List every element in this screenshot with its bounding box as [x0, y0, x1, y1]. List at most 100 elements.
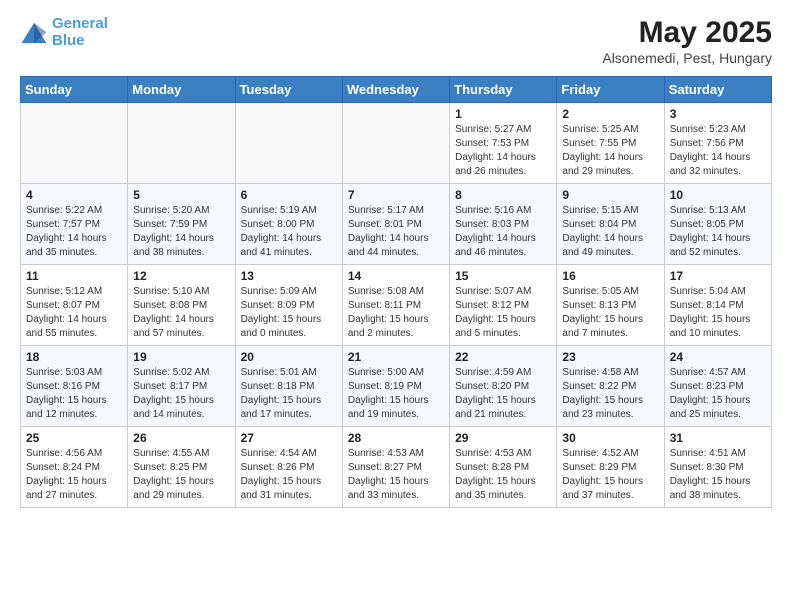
day-cell-9: 9 Sunrise: 5:15 AMSunset: 8:04 PMDaylight…: [557, 184, 664, 265]
day-cell-25: 25Sunrise: 4:56 AMSunset: 8:24 PMDayligh…: [21, 427, 128, 508]
day-info: Sunrise: 5:07 AMSunset: 8:12 PMDaylight:…: [455, 285, 551, 341]
day-info: Sunrise: 5:09 AMSunset: 8:09 PMDaylight:…: [241, 285, 337, 341]
day-number: 18: [26, 350, 122, 364]
weekday-header-row: SundayMondayTuesdayWednesdayThursdayFrid…: [21, 77, 772, 103]
day-cell-13: 13 Sunrise: 5:09 AMSunset: 8:09 PMDayligh…: [235, 265, 342, 346]
day-number: 13: [241, 269, 337, 283]
day-number: 12: [133, 269, 229, 283]
day-number: 15: [455, 269, 551, 283]
main-title: May 2025: [602, 16, 772, 50]
day-number: 6: [241, 188, 337, 202]
day-number: 16: [562, 269, 658, 283]
weekday-header-monday: Monday: [128, 77, 235, 103]
day-info: Sunrise: 5:22 AMSunset: 7:57 PMDaylight:…: [26, 204, 122, 260]
empty-cell: [21, 103, 128, 184]
day-cell-4: 4 Sunrise: 5:22 AMSunset: 7:57 PMDaylight…: [21, 184, 128, 265]
day-number: 21: [348, 350, 444, 364]
day-info: Sunrise: 5:27 AMSunset: 7:53 PMDaylight:…: [455, 123, 551, 179]
weekday-header-wednesday: Wednesday: [342, 77, 449, 103]
day-cell-19: 19Sunrise: 5:02 AMSunset: 8:17 PMDayligh…: [128, 346, 235, 427]
day-cell-29: 29 Sunrise: 4:53 AMSunset: 8:28 PMDayligh…: [450, 427, 557, 508]
title-block: May 2025 Alsonemedi, Pest, Hungary: [602, 16, 772, 66]
day-cell-17: 17Sunrise: 5:04 AMSunset: 8:14 PMDayligh…: [664, 265, 771, 346]
day-info: Sunrise: 4:55 AMSunset: 8:25 PMDaylight:…: [133, 447, 229, 503]
day-info: Sunrise: 4:58 AMSunset: 8:22 PMDaylight:…: [562, 366, 658, 422]
day-cell-12: 12 Sunrise: 5:10 AMSunset: 8:08 PMDayligh…: [128, 265, 235, 346]
day-info: Sunrise: 5:05 AMSunset: 8:13 PMDaylight:…: [562, 285, 658, 341]
empty-cell: [235, 103, 342, 184]
day-cell-1: 1 Sunrise: 5:27 AMSunset: 7:53 PMDaylight…: [450, 103, 557, 184]
day-info: Sunrise: 5:00 AMSunset: 8:19 PMDaylight:…: [348, 366, 444, 422]
day-cell-6: 6 Sunrise: 5:19 AMSunset: 8:00 PMDaylight…: [235, 184, 342, 265]
day-info: Sunrise: 5:10 AMSunset: 8:08 PMDaylight:…: [133, 285, 229, 341]
day-number: 27: [241, 431, 337, 445]
day-cell-18: 18 Sunrise: 5:03 AMSunset: 8:16 PMDayligh…: [21, 346, 128, 427]
day-cell-22: 22 Sunrise: 4:59 AMSunset: 8:20 PMDayligh…: [450, 346, 557, 427]
day-cell-11: 11 Sunrise: 5:12 AMSunset: 8:07 PMDayligh…: [21, 265, 128, 346]
day-info: Sunrise: 5:03 AMSunset: 8:16 PMDaylight:…: [26, 366, 122, 422]
day-info: Sunrise: 5:19 AMSunset: 8:00 PMDaylight:…: [241, 204, 337, 260]
day-info: Sunrise: 5:01 AMSunset: 8:18 PMDaylight:…: [241, 366, 337, 422]
day-number: 7: [348, 188, 444, 202]
day-number: 3: [670, 107, 766, 121]
logo-line2: Blue: [52, 32, 85, 49]
day-cell-7: 7 Sunrise: 5:17 AMSunset: 8:01 PMDaylight…: [342, 184, 449, 265]
day-info: Sunrise: 5:02 AMSunset: 8:17 PMDaylight:…: [133, 366, 229, 422]
day-number: 24: [670, 350, 766, 364]
day-info: Sunrise: 5:12 AMSunset: 8:07 PMDaylight:…: [26, 285, 122, 341]
day-cell-2: 2 Sunrise: 5:25 AMSunset: 7:55 PMDaylight…: [557, 103, 664, 184]
day-cell-16: 16 Sunrise: 5:05 AMSunset: 8:13 PMDayligh…: [557, 265, 664, 346]
day-info: Sunrise: 5:23 AMSunset: 7:56 PMDaylight:…: [670, 123, 766, 179]
subtitle: Alsonemedi, Pest, Hungary: [602, 50, 772, 66]
week-row-2: 4 Sunrise: 5:22 AMSunset: 7:57 PMDaylight…: [21, 184, 772, 265]
day-cell-14: 14 Sunrise: 5:08 AMSunset: 8:11 PMDayligh…: [342, 265, 449, 346]
week-row-4: 18 Sunrise: 5:03 AMSunset: 8:16 PMDayligh…: [21, 346, 772, 427]
day-info: Sunrise: 4:51 AMSunset: 8:30 PMDaylight:…: [670, 447, 766, 503]
logo-line1: General: [52, 15, 108, 32]
day-info: Sunrise: 4:52 AMSunset: 8:29 PMDaylight:…: [562, 447, 658, 503]
day-number: 20: [241, 350, 337, 364]
day-number: 14: [348, 269, 444, 283]
empty-cell: [128, 103, 235, 184]
day-info: Sunrise: 4:53 AMSunset: 8:27 PMDaylight:…: [348, 447, 444, 503]
day-cell-10: 10 Sunrise: 5:13 AMSunset: 8:05 PMDayligh…: [664, 184, 771, 265]
day-info: Sunrise: 5:20 AMSunset: 7:59 PMDaylight:…: [133, 204, 229, 260]
day-number: 9: [562, 188, 658, 202]
day-cell-23: 23 Sunrise: 4:58 AMSunset: 8:22 PMDayligh…: [557, 346, 664, 427]
week-row-5: 25Sunrise: 4:56 AMSunset: 8:24 PMDayligh…: [21, 427, 772, 508]
page: General Blue May 2025 Alsonemedi, Pest, …: [0, 0, 792, 524]
day-number: 4: [26, 188, 122, 202]
logo: General Blue: [20, 16, 108, 49]
day-info: Sunrise: 5:16 AMSunset: 8:03 PMDaylight:…: [455, 204, 551, 260]
day-number: 2: [562, 107, 658, 121]
day-number: 11: [26, 269, 122, 283]
day-info: Sunrise: 4:53 AMSunset: 8:28 PMDaylight:…: [455, 447, 551, 503]
day-number: 5: [133, 188, 229, 202]
day-number: 25: [26, 431, 122, 445]
day-number: 22: [455, 350, 551, 364]
day-info: Sunrise: 5:13 AMSunset: 8:05 PMDaylight:…: [670, 204, 766, 260]
day-cell-31: 31 Sunrise: 4:51 AMSunset: 8:30 PMDayligh…: [664, 427, 771, 508]
day-info: Sunrise: 5:08 AMSunset: 8:11 PMDaylight:…: [348, 285, 444, 341]
day-number: 30: [562, 431, 658, 445]
day-info: Sunrise: 4:57 AMSunset: 8:23 PMDaylight:…: [670, 366, 766, 422]
weekday-header-thursday: Thursday: [450, 77, 557, 103]
day-cell-3: 3 Sunrise: 5:23 AMSunset: 7:56 PMDaylight…: [664, 103, 771, 184]
day-info: Sunrise: 5:25 AMSunset: 7:55 PMDaylight:…: [562, 123, 658, 179]
day-cell-15: 15 Sunrise: 5:07 AMSunset: 8:12 PMDayligh…: [450, 265, 557, 346]
day-info: Sunrise: 5:17 AMSunset: 8:01 PMDaylight:…: [348, 204, 444, 260]
day-number: 10: [670, 188, 766, 202]
day-info: Sunrise: 4:59 AMSunset: 8:20 PMDaylight:…: [455, 366, 551, 422]
day-number: 29: [455, 431, 551, 445]
day-number: 28: [348, 431, 444, 445]
empty-cell: [342, 103, 449, 184]
day-cell-27: 27Sunrise: 4:54 AMSunset: 8:26 PMDayligh…: [235, 427, 342, 508]
day-number: 23: [562, 350, 658, 364]
day-info: Sunrise: 5:15 AMSunset: 8:04 PMDaylight:…: [562, 204, 658, 260]
day-number: 8: [455, 188, 551, 202]
day-cell-24: 24 Sunrise: 4:57 AMSunset: 8:23 PMDayligh…: [664, 346, 771, 427]
day-info: Sunrise: 5:04 AMSunset: 8:14 PMDaylight:…: [670, 285, 766, 341]
day-number: 31: [670, 431, 766, 445]
weekday-header-tuesday: Tuesday: [235, 77, 342, 103]
day-number: 1: [455, 107, 551, 121]
